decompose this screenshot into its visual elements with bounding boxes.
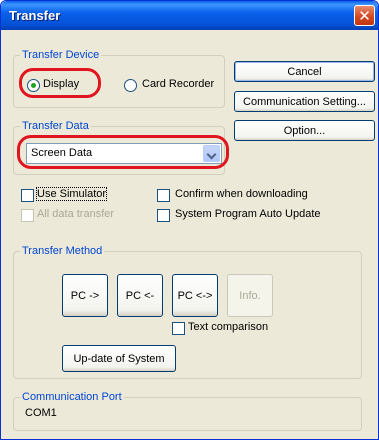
option-button[interactable]: Option... [234, 120, 375, 141]
system-program-update-checkbox[interactable] [157, 209, 170, 222]
pc-both-button[interactable]: PC <-> [172, 274, 218, 317]
pc-from-button[interactable]: PC <- [117, 274, 163, 317]
all-data-transfer-checkbox [21, 209, 34, 222]
communication-port-group: Communication Port [13, 391, 362, 431]
close-button[interactable]: ✕ [354, 5, 375, 26]
communication-port-value: COM1 [25, 407, 57, 419]
info-button: Info. [227, 274, 273, 317]
title-bar[interactable]: Transfer ✕ [1, 1, 378, 30]
cancel-button[interactable]: Cancel [234, 61, 375, 82]
cancel-button-label: Cancel [287, 65, 322, 78]
communication-setting-button[interactable]: Communication Setting... [234, 91, 375, 112]
system-program-update-label[interactable]: System Program Auto Update [175, 208, 321, 220]
info-button-label: Info. [239, 289, 261, 302]
text-comparison-label[interactable]: Text comparison [188, 321, 268, 333]
text-comparison-checkbox[interactable] [172, 322, 185, 335]
communication-port-label: Communication Port [20, 391, 124, 403]
pc-both-label: PC <-> [177, 289, 213, 302]
transfer-method-label: Transfer Method [20, 245, 105, 257]
transfer-dialog: Transfer ✕ Transfer Device Display Card … [0, 0, 379, 440]
all-data-transfer-label: All data transfer [37, 208, 115, 220]
close-icon: ✕ [358, 7, 371, 25]
transfer-data-highlight-annotation [17, 135, 229, 169]
dialog-title: Transfer [9, 8, 61, 23]
confirm-downloading-checkbox[interactable] [157, 189, 170, 202]
pc-to-button[interactable]: PC -> [62, 274, 108, 317]
transfer-data-label: Transfer Data [20, 120, 91, 132]
display-highlight-annotation [19, 68, 101, 98]
confirm-downloading-label[interactable]: Confirm when downloading [175, 188, 308, 200]
option-button-label: Option... [283, 124, 326, 137]
update-system-button[interactable]: Up-date of System [62, 345, 176, 372]
card-recorder-radio[interactable] [124, 79, 137, 92]
pc-from-label: PC <- [125, 289, 155, 302]
transfer-device-label: Transfer Device [20, 49, 102, 61]
card-recorder-label[interactable]: Card Recorder [142, 78, 214, 90]
pc-to-label: PC -> [70, 289, 100, 302]
use-simulator-checkbox[interactable] [21, 189, 34, 202]
update-system-label: Up-date of System [73, 352, 165, 365]
use-simulator-label[interactable]: Use Simulator [35, 187, 108, 201]
communication-setting-label: Communication Setting... [243, 95, 366, 108]
